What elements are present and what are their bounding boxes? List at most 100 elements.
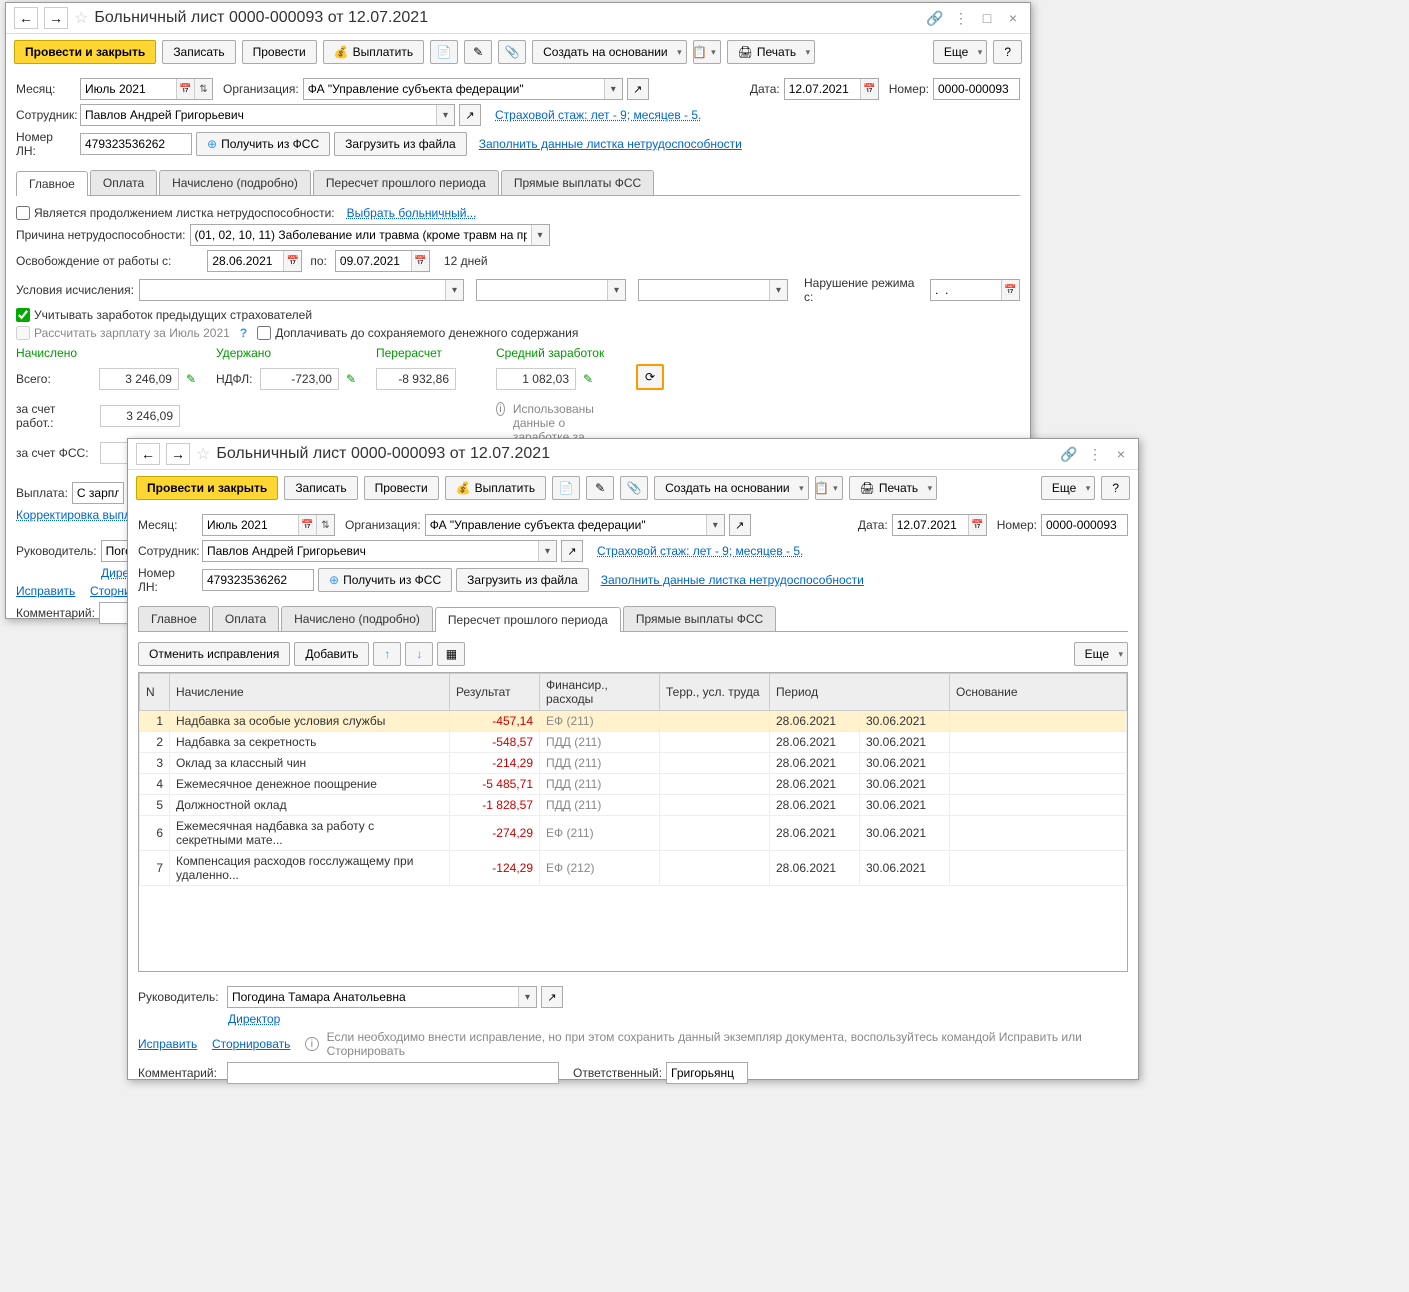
- employee-open-button[interactable]: ↗: [459, 104, 481, 126]
- table-row[interactable]: 7Компенсация расходов госслужащему при у…: [140, 851, 1127, 886]
- col-period[interactable]: Период: [770, 674, 950, 711]
- org-input[interactable]: ▾: [303, 78, 623, 100]
- reason-input[interactable]: ▾: [190, 224, 550, 246]
- col-accrual[interactable]: Начисление: [170, 674, 450, 711]
- org-open-button[interactable]: ↗: [627, 78, 649, 100]
- dropdown-icon[interactable]: ▾: [518, 987, 536, 1007]
- insurance-link[interactable]: Страховой стаж: лет - 9; месяцев - 5.: [495, 108, 701, 122]
- tab-main[interactable]: Главное: [138, 606, 210, 631]
- month-input[interactable]: 📅⇅: [80, 78, 213, 100]
- col-n[interactable]: N: [140, 674, 170, 711]
- menu-icon[interactable]: ⋮: [952, 9, 970, 27]
- dropdown-icon[interactable]: ▾: [436, 105, 454, 125]
- employee-input[interactable]: ▾: [80, 104, 455, 126]
- pencil-icon[interactable]: ✎: [346, 372, 356, 386]
- document-icon-button[interactable]: 📄: [552, 476, 580, 500]
- add-button[interactable]: Добавить: [294, 642, 369, 666]
- help-button[interactable]: ?: [993, 40, 1022, 64]
- table-row[interactable]: 4Ежемесячное денежное поощрение-5 485,71…: [140, 774, 1127, 795]
- pay-button[interactable]: 💰Выплатить: [445, 476, 546, 500]
- tab-recalc[interactable]: Пересчет прошлого периода: [435, 607, 621, 632]
- table-row[interactable]: 1Надбавка за особые условия службы-457,1…: [140, 711, 1127, 732]
- refresh-button[interactable]: ⟳: [636, 364, 664, 390]
- maximize-icon[interactable]: □: [978, 9, 996, 27]
- create-from-button[interactable]: Создать на основании: [532, 40, 687, 64]
- payment-input[interactable]: [72, 482, 124, 504]
- back-button[interactable]: ←: [136, 443, 160, 465]
- ln-input[interactable]: [202, 569, 314, 591]
- comment-input[interactable]: [227, 1062, 559, 1084]
- recalc-table-wrap[interactable]: N Начисление Результат Финансир., расход…: [138, 672, 1128, 972]
- tab-pay[interactable]: Оплата: [212, 606, 279, 631]
- insurance-link[interactable]: Страховой стаж: лет - 9; месяцев - 5.: [597, 544, 803, 558]
- more-button[interactable]: Еще: [1041, 476, 1095, 500]
- cond1-input[interactable]: ▾: [139, 279, 464, 301]
- date-input[interactable]: 📅: [784, 78, 879, 100]
- continuation-checkbox[interactable]: [16, 206, 30, 220]
- tab-accrued[interactable]: Начислено (подробно): [159, 170, 311, 195]
- cancel-corrections-button[interactable]: Отменить исправления: [138, 642, 290, 666]
- table-row[interactable]: 5Должностной оклад-1 828,57ПДД (211)28.0…: [140, 795, 1127, 816]
- date-to-input[interactable]: 📅: [335, 250, 430, 272]
- col-finance[interactable]: Финансир., расходы: [540, 674, 660, 711]
- tab-direct[interactable]: Прямые выплаты ФСС: [623, 606, 776, 631]
- table-row[interactable]: 6Ежемесячная надбавка за работу с секрет…: [140, 816, 1127, 851]
- employee-input[interactable]: ▾: [202, 540, 557, 562]
- spinner-icon[interactable]: ⇅: [194, 79, 212, 99]
- number-input[interactable]: [933, 78, 1020, 100]
- tab-recalc[interactable]: Пересчет прошлого периода: [313, 170, 499, 195]
- prev-insurers-checkbox[interactable]: [16, 308, 30, 322]
- addpay-checkbox[interactable]: [257, 326, 271, 340]
- fix-link[interactable]: Исправить: [138, 1037, 197, 1051]
- fix-link[interactable]: Исправить: [16, 584, 75, 598]
- card-view-button[interactable]: ▦: [437, 642, 465, 666]
- table-row[interactable]: 2Надбавка за секретность-548,57ПДД (211)…: [140, 732, 1127, 753]
- month-input[interactable]: 📅⇅: [202, 514, 335, 536]
- help-icon[interactable]: ?: [240, 326, 247, 340]
- favorite-icon[interactable]: ☆: [74, 8, 88, 28]
- back-button[interactable]: ←: [14, 7, 38, 29]
- calendar-icon[interactable]: 📅: [860, 79, 878, 99]
- dropdown-icon[interactable]: ▾: [607, 280, 625, 300]
- manager-open-button[interactable]: ↗: [541, 986, 563, 1008]
- violation-date-input[interactable]: 📅: [930, 279, 1020, 301]
- ln-input[interactable]: [80, 133, 192, 155]
- col-basis[interactable]: Основание: [950, 674, 1127, 711]
- approve-button[interactable]: Провести: [364, 476, 439, 500]
- table-more-button[interactable]: Еще: [1074, 642, 1128, 666]
- approve-close-button[interactable]: Провести и закрыть: [14, 40, 156, 64]
- calendar-icon[interactable]: 📅: [1001, 280, 1019, 300]
- help-button[interactable]: ?: [1101, 476, 1130, 500]
- print-button[interactable]: 🖨 Печать: [849, 476, 938, 500]
- get-fss-button[interactable]: ⊕Получить из ФСС: [318, 568, 452, 592]
- employee-open-button[interactable]: ↗: [561, 540, 583, 562]
- tab-direct[interactable]: Прямые выплаты ФСС: [501, 170, 654, 195]
- save-button[interactable]: Записать: [284, 476, 357, 500]
- get-fss-button[interactable]: ⊕Получить из ФСС: [196, 132, 330, 156]
- save-button[interactable]: Записать: [162, 40, 235, 64]
- close-icon[interactable]: ×: [1004, 9, 1022, 27]
- dropdown-icon[interactable]: ▾: [604, 79, 622, 99]
- table-row[interactable]: 3Оклад за классный чин-214,29ПДД (211)28…: [140, 753, 1127, 774]
- spinner-icon[interactable]: ⇅: [316, 515, 334, 535]
- move-up-button[interactable]: ↑: [373, 642, 401, 666]
- org-open-button[interactable]: ↗: [729, 514, 751, 536]
- close-icon[interactable]: ×: [1112, 445, 1130, 463]
- edit-icon-button[interactable]: ✎: [586, 476, 614, 500]
- dropdown-icon[interactable]: ▾: [538, 541, 556, 561]
- edit-icon-button[interactable]: ✎: [464, 40, 492, 64]
- print-button[interactable]: 🖨 Печать: [727, 40, 816, 64]
- create-from-button[interactable]: Создать на основании: [654, 476, 809, 500]
- tab-main[interactable]: Главное: [16, 171, 88, 196]
- director-link[interactable]: Директор: [228, 1012, 280, 1026]
- calendar-icon[interactable]: 📅: [176, 79, 194, 99]
- more-button[interactable]: Еще: [933, 40, 987, 64]
- date-from-input[interactable]: 📅: [207, 250, 302, 272]
- choose-sick-link[interactable]: Выбрать больничный...: [347, 206, 477, 220]
- clipboard-button[interactable]: 📋: [815, 476, 843, 500]
- col-terr[interactable]: Терр., усл. труда: [660, 674, 770, 711]
- link-icon[interactable]: 🔗: [1060, 445, 1078, 463]
- dropdown-icon[interactable]: ▾: [531, 225, 549, 245]
- calendar-icon[interactable]: 📅: [411, 251, 429, 271]
- link-icon[interactable]: 🔗: [926, 9, 944, 27]
